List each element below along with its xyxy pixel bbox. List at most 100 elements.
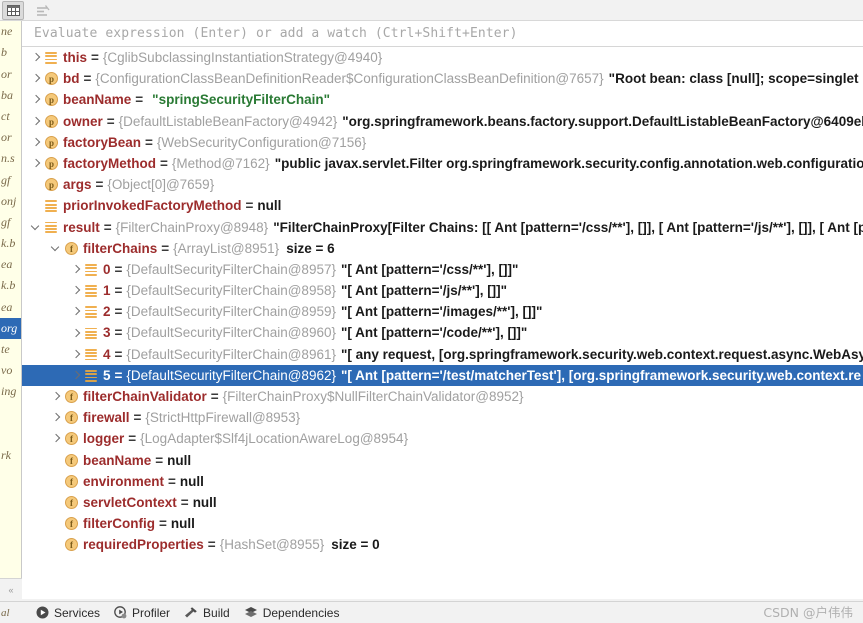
variable-equals: = (115, 344, 123, 365)
variable-type: {FilterChainProxy@8948} (116, 217, 269, 238)
editor-code-fragment: te (0, 339, 21, 360)
variable-value: null (193, 492, 217, 513)
parameter-icon: p (43, 153, 62, 174)
variable-value: "FilterChainProxy[Filter Chains: [[ Ant … (273, 217, 863, 238)
variable-row[interactable]: pfactoryBean={WebSecurityConfiguration@7… (22, 132, 863, 153)
variable-name: filterChains (83, 238, 157, 259)
variable-row[interactable]: this={CglibSubclassingInstantiationStrat… (22, 47, 863, 68)
chevron-down-icon[interactable] (30, 217, 43, 238)
variable-row[interactable]: 2={DefaultSecurityFilterChain@8959}"[ An… (22, 301, 863, 322)
parameter-icon: p (43, 111, 62, 132)
variable-name: owner (63, 111, 103, 132)
variable-equals: = (160, 153, 168, 174)
chevron-right-icon[interactable] (30, 111, 43, 132)
variable-row[interactable]: ffilterConfig=null (22, 513, 863, 534)
variable-row[interactable]: 0={DefaultSecurityFilterChain@8957}"[ An… (22, 259, 863, 280)
variable-row[interactable]: fservletContext=null (22, 492, 863, 513)
chevron-right-icon[interactable] (50, 407, 63, 428)
chevron-right-icon[interactable] (50, 386, 63, 407)
variable-row[interactable]: result={FilterChainProxy@8948}"FilterCha… (22, 217, 863, 238)
status-item-label: Dependencies (263, 606, 340, 620)
chevron-right-icon[interactable] (70, 259, 83, 280)
variable-row[interactable]: ffilterChainValidator={FilterChainProxy$… (22, 386, 863, 407)
local-variable-icon (83, 301, 102, 322)
editor-code-fragment: k.b (0, 275, 21, 296)
parameter-icon: p (43, 68, 62, 89)
chevron-down-icon[interactable] (50, 238, 63, 259)
editor-code-fragment: ing (0, 381, 21, 402)
field-icon: f (63, 407, 82, 428)
variable-equals: = (181, 492, 189, 513)
chevron-right-icon[interactable] (70, 365, 83, 386)
editor-code-fragment: n.s (0, 148, 21, 169)
sort-lines-icon (36, 4, 50, 17)
variable-equals: = (211, 386, 219, 407)
variable-type: {WebSecurityConfiguration@7156} (157, 132, 366, 153)
variable-type: {CglibSubclassingInstantiationStrategy@4… (103, 47, 382, 68)
sort-values-toggle[interactable] (32, 1, 54, 20)
variable-equals: = (91, 47, 99, 68)
variable-row[interactable]: pbeanName="springSecurityFilterChain" (22, 89, 863, 110)
chevron-right-icon[interactable] (30, 68, 43, 89)
variables-tree[interactable]: this={CglibSubclassingInstantiationStrat… (22, 47, 863, 599)
table-view-toggle[interactable] (2, 1, 24, 20)
variable-name: 5 (103, 365, 111, 386)
field-icon: f (63, 386, 82, 407)
status-item-services[interactable]: Services (36, 606, 100, 620)
variable-row[interactable]: 4={DefaultSecurityFilterChain@8961}"[ an… (22, 344, 863, 365)
variable-row[interactable]: pfactoryMethod={Method@7162}"public java… (22, 153, 863, 174)
chevron-right-icon[interactable] (30, 47, 43, 68)
status-item-dependencies[interactable]: Dependencies (244, 606, 340, 620)
editor-code-fragment: ne (0, 21, 21, 42)
chevron-right-icon[interactable] (30, 132, 43, 153)
chevron-right-icon[interactable] (30, 89, 43, 110)
editor-code-fragment: b (0, 42, 21, 63)
parameter-icon: p (43, 174, 62, 195)
chevron-right-icon[interactable] (50, 428, 63, 449)
variable-row[interactable]: ffirewall={StrictHttpFirewall@8953} (22, 407, 863, 428)
variable-row[interactable]: 5={DefaultSecurityFilterChain@8962}"[ An… (22, 365, 863, 386)
variable-name: this (63, 47, 87, 68)
variable-row[interactable]: flogger={LogAdapter$Slf4jLocationAwareLo… (22, 428, 863, 449)
chevron-right-icon[interactable] (70, 301, 83, 322)
variable-row[interactable]: fbeanName=null (22, 450, 863, 471)
chevron-right-icon[interactable] (30, 153, 43, 174)
variable-equals: = (115, 365, 123, 386)
local-variable-icon (83, 280, 102, 301)
variable-row[interactable]: frequiredProperties={HashSet@8955}size =… (22, 534, 863, 555)
variable-row[interactable]: 1={DefaultSecurityFilterChain@8958}"[ An… (22, 280, 863, 301)
variable-row[interactable]: ffilterChains={ArrayList@8951}size = 6 (22, 238, 863, 259)
variable-type: {StrictHttpFirewall@8953} (145, 407, 300, 428)
variable-value: "[ Ant [pattern='/test/matcherTest'], [o… (341, 365, 861, 386)
variable-equals: = (135, 89, 143, 110)
evaluate-expression-bar[interactable]: Evaluate expression (Enter) or add a wat… (22, 21, 863, 47)
variable-row[interactable]: pargs={Object[0]@7659} (22, 174, 863, 195)
variable-value: null (171, 513, 195, 534)
chevron-right-icon[interactable] (70, 344, 83, 365)
variable-equals: = (155, 450, 163, 471)
variable-row[interactable]: 3={DefaultSecurityFilterChain@8960}"[ An… (22, 322, 863, 343)
variable-equals: = (168, 471, 176, 492)
status-item-build[interactable]: Build (184, 606, 230, 620)
editor-code-fragment: k.b (0, 233, 21, 254)
local-variable-icon (43, 195, 62, 216)
variable-row[interactable]: fenvironment=null (22, 471, 863, 492)
watermark: CSDN @户伟伟 (763, 602, 853, 623)
variable-row[interactable]: powner={DefaultListableBeanFactory@4942}… (22, 111, 863, 132)
status-item-profiler[interactable]: Profiler (114, 606, 170, 620)
field-static-icon: f (63, 534, 82, 555)
variable-equals: = (246, 195, 254, 216)
variable-type: {DefaultSecurityFilterChain@8958} (126, 280, 336, 301)
chevron-right-icon[interactable] (70, 280, 83, 301)
variable-type: {ConfigurationClassBeanDefinitionReader$… (95, 68, 603, 89)
local-variable-icon (43, 47, 62, 68)
horizontal-scrollbar-track[interactable] (22, 592, 863, 599)
editor-code-fragment: ea (0, 254, 21, 275)
variable-name: factoryBean (63, 132, 141, 153)
variable-row[interactable]: pbd={ConfigurationClassBeanDefinitionRea… (22, 68, 863, 89)
variable-equals: = (107, 111, 115, 132)
variable-row[interactable]: priorInvokedFactoryMethod=null (22, 195, 863, 216)
local-variable-icon (83, 365, 102, 386)
variable-equals: = (115, 280, 123, 301)
chevron-right-icon[interactable] (70, 323, 83, 344)
